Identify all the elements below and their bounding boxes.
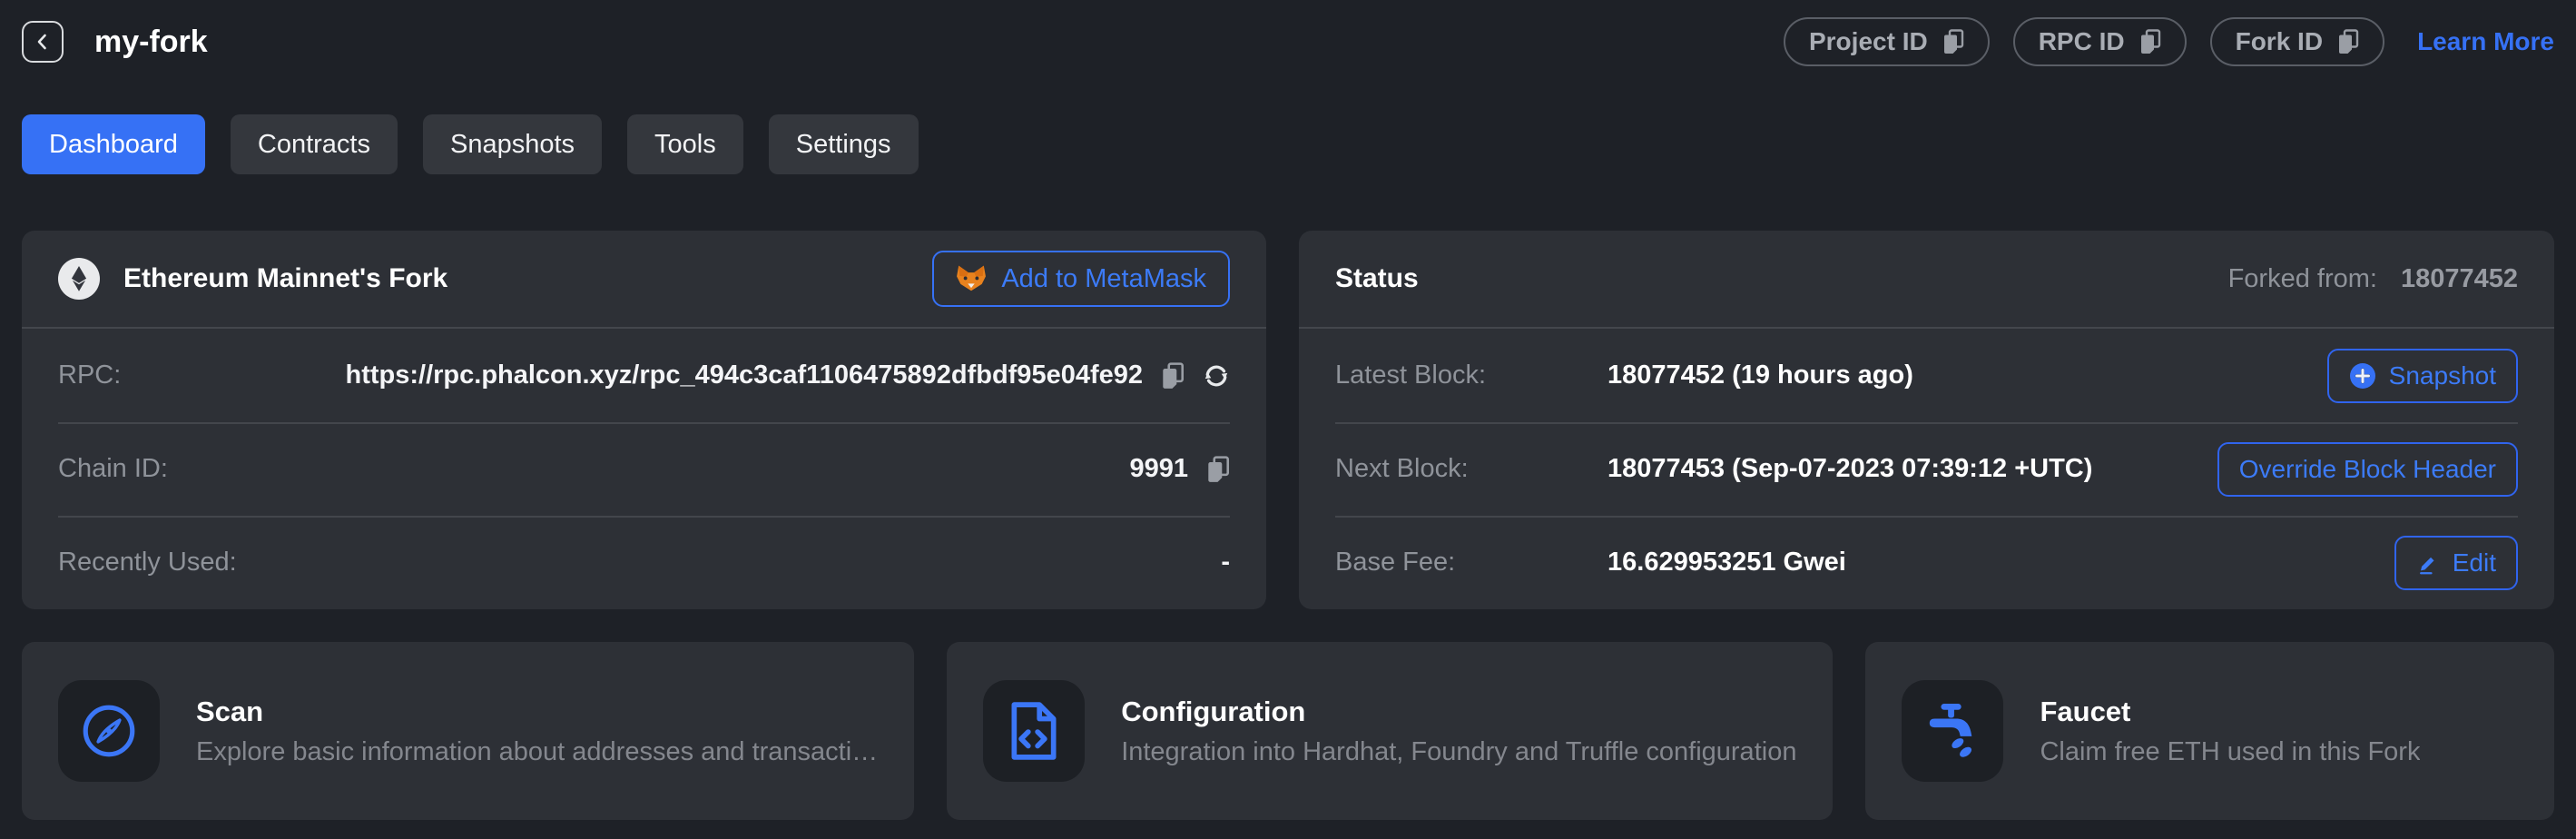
chain-id-row: Chain ID: 9991 <box>22 422 1266 516</box>
shortcut-cards: Scan Explore basic information about add… <box>22 642 2554 820</box>
pencil-icon <box>2416 551 2440 575</box>
scan-card[interactable]: Scan Explore basic information about add… <box>22 642 914 820</box>
faucet-description: Claim free ETH used in this Fork <box>2040 737 2420 767</box>
rpc-url-value: https://rpc.phalcon.xyz/rpc_494c3caf1106… <box>345 360 1143 390</box>
scan-card-text: Scan Explore basic information about add… <box>196 696 878 767</box>
rpc-row: RPC: https://rpc.phalcon.xyz/rpc_494c3ca… <box>22 329 1266 422</box>
fork-info-card: Ethereum Mainnet's Fork Add to MetaMask … <box>22 231 1266 609</box>
configuration-card[interactable]: Configuration Integration into Hardhat, … <box>947 642 1833 820</box>
edit-button-label: Edit <box>2453 548 2496 577</box>
configuration-card-text: Configuration Integration into Hardhat, … <box>1121 696 1796 767</box>
refresh-rpc-button[interactable] <box>1203 362 1230 390</box>
metamask-fox-icon <box>956 264 987 293</box>
configuration-title: Configuration <box>1121 696 1796 728</box>
add-to-metamask-label: Add to MetaMask <box>1001 264 1206 294</box>
fork-card-title: Ethereum Mainnet's Fork <box>123 263 447 294</box>
learn-more-link[interactable]: Learn More <box>2417 27 2554 56</box>
project-id-label: Project ID <box>1809 27 1928 56</box>
snapshot-button[interactable]: Snapshot <box>2327 349 2518 403</box>
status-card: Status Forked from: 18077452 Latest Bloc… <box>1299 231 2554 609</box>
fork-dashboard-page: my-fork Project ID RPC ID Fork ID Le <box>0 0 2576 839</box>
recently-used-label: Recently Used: <box>58 548 237 577</box>
page-title: my-fork <box>94 25 208 60</box>
copy-chain-id-button[interactable] <box>1206 456 1230 483</box>
project-id-button[interactable]: Project ID <box>1784 17 1990 66</box>
copy-icon <box>2139 29 2161 54</box>
rpc-label: RPC: <box>58 360 121 390</box>
back-button[interactable] <box>22 21 64 63</box>
latest-block-row: Latest Block: 18077452 (19 hours ago) Sn… <box>1299 329 2554 422</box>
tab-bar: Dashboard Contracts Snapshots Tools Sett… <box>22 114 2554 174</box>
recently-used-row: Recently Used: - <box>22 516 1266 609</box>
faucet-card[interactable]: Faucet Claim free ETH used in this Fork <box>1865 642 2554 820</box>
copy-icon <box>2337 29 2359 54</box>
chain-id-label: Chain ID: <box>58 454 168 484</box>
copy-icon <box>1206 456 1230 483</box>
top-header: my-fork Project ID RPC ID Fork ID Le <box>22 0 2554 84</box>
fork-id-label: Fork ID <box>2236 27 2323 56</box>
copy-rpc-button[interactable] <box>1161 362 1185 390</box>
ethereum-icon <box>58 258 100 300</box>
tab-snapshots[interactable]: Snapshots <box>423 114 602 174</box>
add-to-metamask-button[interactable]: Add to MetaMask <box>932 251 1230 307</box>
faucet-card-text: Faucet Claim free ETH used in this Fork <box>2040 696 2420 767</box>
rpc-id-label: RPC ID <box>2039 27 2125 56</box>
base-fee-value: 16.629953251 Gwei <box>1608 548 1846 577</box>
next-block-value: 18077453 (Sep-07-2023 07:39:12 +UTC) <box>1608 454 2092 484</box>
forked-from: Forked from: 18077452 <box>2228 264 2518 294</box>
override-block-header-button[interactable]: Override Block Header <box>2217 442 2518 497</box>
plus-circle-icon <box>2349 362 2376 390</box>
compass-icon <box>58 680 160 782</box>
tab-tools[interactable]: Tools <box>627 114 743 174</box>
forked-from-value: 18077452 <box>2401 264 2518 294</box>
copy-icon <box>1942 29 1964 54</box>
rpc-id-button[interactable]: RPC ID <box>2013 17 2187 66</box>
latest-block-value: 18077452 (19 hours ago) <box>1608 360 1913 390</box>
tab-dashboard[interactable]: Dashboard <box>22 114 205 174</box>
chain-id-value: 9991 <box>1129 454 1188 484</box>
configuration-description: Integration into Hardhat, Foundry and Tr… <box>1121 737 1796 767</box>
next-block-label: Next Block: <box>1335 454 1608 484</box>
file-code-icon <box>983 680 1085 782</box>
edit-base-fee-button[interactable]: Edit <box>2394 536 2518 590</box>
recently-used-value: - <box>1221 548 1230 577</box>
next-block-row: Next Block: 18077453 (Sep-07-2023 07:39:… <box>1299 422 2554 516</box>
scan-title: Scan <box>196 696 878 728</box>
status-card-title: Status <box>1335 263 1419 294</box>
refresh-icon <box>1203 362 1230 390</box>
header-actions: Project ID RPC ID Fork ID Learn More <box>1784 17 2554 66</box>
tab-contracts[interactable]: Contracts <box>231 114 398 174</box>
base-fee-row: Base Fee: 16.629953251 Gwei Edit <box>1299 516 2554 609</box>
forked-from-label: Forked from: <box>2228 264 2377 294</box>
tab-settings[interactable]: Settings <box>769 114 919 174</box>
status-card-header: Status Forked from: 18077452 <box>1299 231 2554 329</box>
faucet-title: Faucet <box>2040 696 2420 728</box>
fork-id-button[interactable]: Fork ID <box>2210 17 2384 66</box>
main-cards: Ethereum Mainnet's Fork Add to MetaMask … <box>22 231 2554 609</box>
override-block-header-label: Override Block Header <box>2239 455 2496 484</box>
copy-icon <box>1161 362 1185 390</box>
snapshot-button-label: Snapshot <box>2389 361 2496 390</box>
chevron-left-icon <box>32 31 54 53</box>
latest-block-label: Latest Block: <box>1335 360 1608 390</box>
base-fee-label: Base Fee: <box>1335 548 1608 577</box>
fork-card-header: Ethereum Mainnet's Fork Add to MetaMask <box>22 231 1266 329</box>
scan-description: Explore basic information about addresse… <box>196 737 878 767</box>
faucet-icon <box>1902 680 2003 782</box>
